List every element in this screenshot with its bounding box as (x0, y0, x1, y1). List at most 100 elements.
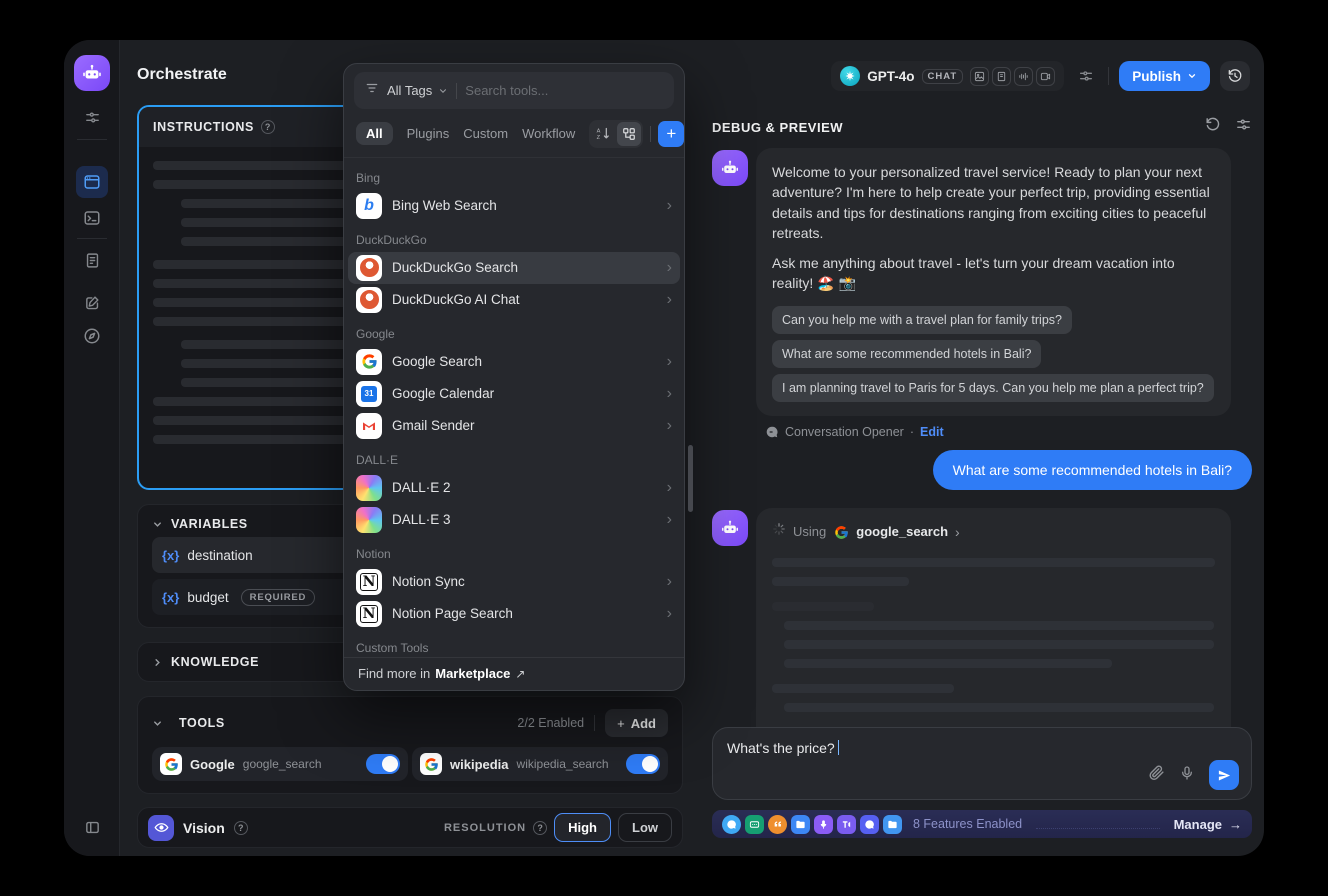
filter-icon (365, 81, 379, 100)
popup-footer: Find more in Marketplace ↗ (344, 657, 684, 690)
tool-row-google-calendar[interactable]: 31 Google Calendar (348, 378, 680, 410)
features-bar: 8 Features Enabled Manage (712, 810, 1252, 838)
view-toggle-group: AZ (589, 120, 643, 148)
audio-icon (1014, 67, 1033, 86)
variable-icon: {x} (162, 590, 179, 605)
files-feature-icon (791, 815, 810, 834)
browser-icon[interactable] (76, 166, 108, 198)
sidebar-divider (77, 238, 107, 239)
popup-tabs: All Plugins Custom Workflow AZ (356, 119, 672, 148)
group-label: Bing (356, 171, 672, 185)
chat-bubble-icon (765, 425, 779, 439)
tab-all[interactable]: All (356, 122, 393, 145)
suggestion-pills: Can you help me with a travel plan for f… (772, 306, 1215, 402)
tool-row-google-search[interactable]: Google Search (348, 346, 680, 378)
voice-feature-icon (814, 815, 833, 834)
microphone-icon[interactable] (1179, 765, 1195, 786)
scrollbar[interactable] (688, 445, 693, 512)
wikipedia-toggle[interactable] (626, 754, 660, 774)
page-title: Orchestrate (137, 66, 227, 84)
model-chat-badge: CHAT (922, 69, 964, 84)
tool-call-bubble: Using google_search › (756, 508, 1231, 758)
tool-row-dalle-2[interactable]: DALL·E 2 (348, 472, 680, 504)
compass-icon[interactable] (76, 320, 108, 352)
tab-workflow[interactable]: Workflow (522, 126, 575, 141)
tool-row-gmail-sender[interactable]: Gmail Sender (348, 410, 680, 442)
version-history-icon[interactable] (1220, 61, 1250, 91)
loading-skeleton (772, 558, 1215, 712)
marketplace-link[interactable]: Marketplace (435, 666, 510, 681)
bot-message-loading: Using google_search › (712, 508, 1252, 758)
sort-az-icon[interactable]: AZ (591, 122, 615, 146)
bot-avatar (712, 510, 748, 546)
attach-paperclip-icon[interactable] (1148, 764, 1165, 786)
user-message-bubble: What are some recommended hotels in Bali… (933, 450, 1252, 490)
search-tools-input[interactable] (465, 83, 615, 98)
add-tool-button[interactable]: Add (605, 709, 668, 737)
group-label: DuckDuckGo (356, 233, 672, 247)
suggestion-pill[interactable]: I am planning travel to Paris for 5 days… (772, 374, 1214, 402)
separator (456, 83, 457, 99)
chevron-right-icon: › (955, 522, 960, 542)
model-selector[interactable]: GPT-4o CHAT (831, 61, 1064, 91)
google-icon (833, 524, 849, 540)
tool-row-notion-page-search[interactable]: N Notion Page Search (348, 598, 680, 630)
message-input[interactable]: What's the price? (727, 740, 1237, 756)
gmail-icon (356, 413, 382, 439)
bot-message: Welcome to your personalized travel serv… (712, 148, 1252, 416)
help-icon[interactable]: ? (234, 821, 248, 835)
tool-row-bing-web-search[interactable]: b Bing Web Search (348, 190, 680, 222)
suggestion-pill[interactable]: Can you help me with a travel plan for f… (772, 306, 1072, 334)
chat-input[interactable]: What's the price? (712, 727, 1252, 800)
required-badge: REQUIRED (241, 589, 316, 606)
terminal-icon[interactable] (76, 202, 108, 234)
edit-opener-link[interactable]: Edit (920, 425, 944, 439)
spinner-icon (772, 522, 786, 542)
group-view-icon[interactable] (617, 122, 641, 146)
bing-icon: b (356, 193, 382, 219)
debug-preview-panel: DEBUG & PREVIEW Welcome to your personal… (712, 118, 1252, 758)
tool-row-dalle-3[interactable]: DALL·E 3 (348, 504, 680, 536)
create-tool-button[interactable] (658, 121, 684, 147)
resolution-low-button[interactable]: Low (618, 813, 672, 842)
group-label: Notion (356, 547, 672, 561)
tool-row-notion-sync[interactable]: N Notion Sync (348, 566, 680, 598)
restart-chat-icon[interactable] (1204, 116, 1221, 138)
chat-settings-icon[interactable] (1235, 116, 1252, 138)
suggestion-pill[interactable]: What are some recommended hotels in Bali… (772, 340, 1041, 368)
publish-button[interactable]: Publish (1119, 61, 1210, 91)
tools-section: TOOLS 2/2 Enabled Add Google google_sear… (137, 696, 683, 794)
help-icon[interactable]: ? (261, 120, 275, 134)
tool-call-chip[interactable]: Using google_search › (772, 522, 1215, 542)
popup-tool-list: Bing b Bing Web Search DuckDuckGo DuckDu… (344, 157, 684, 657)
tools-popup: All Tags All Plugins Custom Workflow AZ (343, 63, 685, 691)
help-icon[interactable]: ? (533, 821, 547, 835)
layout-settings-icon[interactable] (1074, 64, 1098, 88)
tools-header[interactable]: TOOLS 2/2 Enabled Add (152, 709, 668, 737)
tab-plugins[interactable]: Plugins (407, 126, 450, 141)
compose-icon[interactable] (76, 286, 108, 318)
image-icon (970, 67, 989, 86)
chevron-down-icon (438, 86, 448, 96)
manage-features-link[interactable]: Manage (1174, 817, 1242, 832)
document-icon[interactable] (76, 244, 108, 276)
chevron-down-icon (152, 718, 163, 729)
google-icon (356, 349, 382, 375)
resolution-high-button[interactable]: High (554, 813, 611, 842)
google-toggle[interactable] (366, 754, 400, 774)
tools-title: TOOLS (179, 716, 225, 730)
tool-row-duckduckgo-search[interactable]: DuckDuckGo Search (348, 252, 680, 284)
knowledge-title: KNOWLEDGE (171, 655, 259, 669)
all-tags-dropdown[interactable]: All Tags (387, 83, 448, 98)
variable-icon: {x} (162, 548, 179, 563)
tool-chip-google[interactable]: Google google_search (152, 747, 408, 781)
tool-chip-wikipedia[interactable]: wikipedia wikipedia_search (412, 747, 668, 781)
tab-custom[interactable]: Custom (463, 126, 508, 141)
send-button[interactable] (1209, 760, 1239, 790)
settings-sliders-icon[interactable] (76, 101, 108, 133)
conversation-opener-row: Conversation Opener · Edit (765, 425, 1252, 439)
tools-enabled-count: 2/2 Enabled (517, 716, 584, 730)
collapse-sidebar-icon[interactable] (76, 811, 108, 843)
svg-text:A: A (596, 129, 600, 135)
tool-row-duckduckgo-ai-chat[interactable]: DuckDuckGo AI Chat (348, 284, 680, 316)
